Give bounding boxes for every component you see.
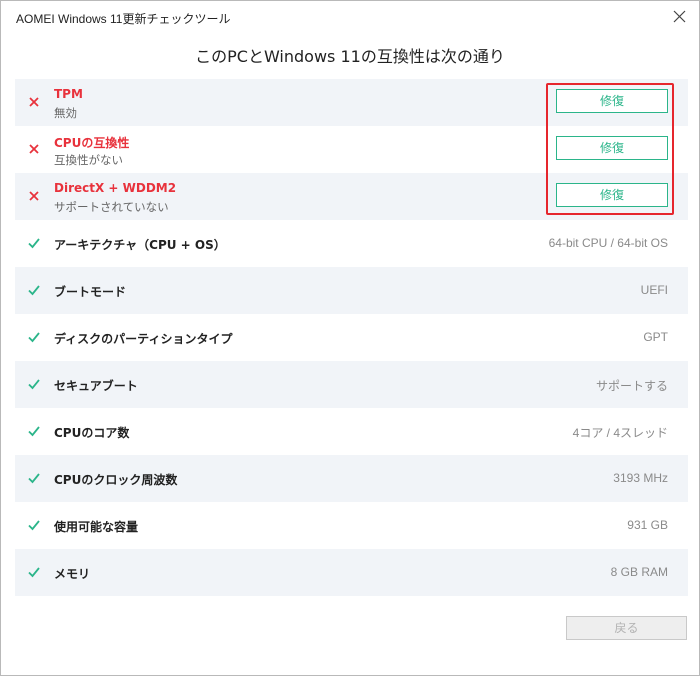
check-row-cpu-clock: CPUのクロック周波数 3193 MHz <box>15 455 688 502</box>
check-icon <box>27 517 41 531</box>
check-value: GPT <box>643 330 668 344</box>
check-value: 64-bit CPU / 64-bit OS <box>548 236 668 250</box>
check-label: ブートモード <box>54 285 127 299</box>
check-value: UEFI <box>640 283 668 297</box>
check-status: サポートされていない <box>54 200 169 214</box>
window-title: AOMEI Windows 11更新チェックツール <box>16 12 231 26</box>
check-value: サポートする <box>595 379 668 393</box>
check-label: 使用可能な容量 <box>54 520 139 534</box>
check-row-memory: メモリ 8 GB RAM <box>15 549 688 596</box>
check-icon <box>27 329 41 343</box>
check-row-cpu-cores: CPUのコア数 4コア / 4スレッド <box>15 408 688 455</box>
check-label: CPUのクロック周波数 <box>54 473 178 487</box>
title-bar: AOMEI Windows 11更新チェックツール <box>1 1 699 33</box>
check-icon <box>27 235 41 249</box>
check-value: 3193 MHz <box>613 471 668 485</box>
cross-icon <box>27 141 41 155</box>
check-row-partition-type: ディスクのパーティションタイプ GPT <box>15 314 688 361</box>
check-status: 互換性がない <box>54 153 123 167</box>
check-row-secure-boot: セキュアブート サポートする <box>15 361 688 408</box>
check-icon <box>27 376 41 390</box>
fix-buttons-highlight-box <box>546 83 674 215</box>
check-row-boot-mode: ブートモード UEFI <box>15 267 688 314</box>
check-label: アーキテクチャ（CPU + OS） <box>54 238 226 252</box>
back-button[interactable]: 戻る <box>566 616 687 640</box>
check-value: 8 GB RAM <box>610 565 668 579</box>
check-label: TPM <box>54 87 83 101</box>
check-label: CPUのコア数 <box>54 426 130 440</box>
check-label: セキュアブート <box>54 379 138 393</box>
check-value: 4コア / 4スレッド <box>572 426 668 440</box>
check-icon <box>27 470 41 484</box>
check-label: ディスクのパーティションタイプ <box>54 332 233 346</box>
check-status: 無効 <box>54 106 77 120</box>
close-icon[interactable] <box>669 6 691 28</box>
page-heading: このPCとWindows 11の互換性は次の通り <box>195 47 505 66</box>
check-icon <box>27 423 41 437</box>
check-row-free-space: 使用可能な容量 931 GB <box>15 502 688 549</box>
check-value: 931 GB <box>627 518 668 532</box>
check-row-architecture: アーキテクチャ（CPU + OS） 64-bit CPU / 64-bit OS <box>15 220 688 267</box>
check-icon <box>27 282 41 296</box>
check-label: メモリ <box>54 567 91 581</box>
cross-icon <box>27 188 41 202</box>
check-icon <box>27 564 41 578</box>
check-label: CPUの互換性 <box>54 136 130 150</box>
check-label: DirectX + WDDM2 <box>54 181 177 195</box>
cross-icon <box>27 94 41 108</box>
app-window: AOMEI Windows 11更新チェックツール このPCとWindows 1… <box>0 0 700 676</box>
